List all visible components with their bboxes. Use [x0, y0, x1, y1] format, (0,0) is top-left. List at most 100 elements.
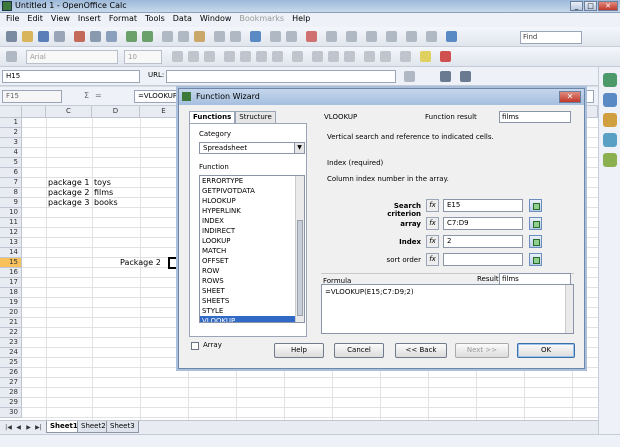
select-all-corner[interactable]	[0, 106, 22, 118]
function-item-sheets[interactable]: SHEETS	[200, 296, 304, 306]
row-header-15[interactable]: 15	[0, 258, 22, 268]
help-button[interactable]: Help	[274, 343, 324, 358]
dialog-close-button[interactable]: ✕	[559, 91, 581, 103]
row-header-20[interactable]: 20	[0, 308, 22, 318]
prev-sheet-icon[interactable]: ◀	[14, 423, 23, 432]
styles-icon[interactable]	[6, 51, 17, 62]
tab-sheet3[interactable]: Sheet3	[106, 421, 139, 433]
sort-ascending-icon[interactable]	[270, 31, 281, 42]
open-folder-icon[interactable]	[22, 31, 33, 42]
percent-icon[interactable]	[328, 51, 339, 62]
row-header-12[interactable]: 12	[0, 228, 22, 238]
index-input[interactable]: 2	[443, 235, 523, 248]
row-header-10[interactable]: 10	[0, 208, 22, 218]
function-item-row[interactable]: ROW	[200, 266, 304, 276]
find-input[interactable]: Find	[520, 31, 582, 44]
fx-icon[interactable]: fx	[426, 217, 439, 230]
fx-icon[interactable]: fx	[426, 253, 439, 266]
search-criterion-input[interactable]: E15	[443, 199, 523, 212]
new-document-icon[interactable]	[6, 31, 17, 42]
sidebar-styles-icon[interactable]	[603, 93, 617, 107]
function-item-rows[interactable]: ROWS	[200, 276, 304, 286]
array-input[interactable]: C7:D9	[443, 217, 523, 230]
cut-icon[interactable]	[162, 31, 173, 42]
cell-c9[interactable]: package 3	[46, 198, 89, 208]
cancel-button[interactable]: Cancel	[334, 343, 384, 358]
function-item-offset[interactable]: OFFSET	[200, 256, 304, 266]
function-item-indirect[interactable]: INDIRECT	[200, 226, 304, 236]
row-header-19[interactable]: 19	[0, 298, 22, 308]
menu-insert[interactable]: Insert	[74, 13, 105, 27]
align-right-icon[interactable]	[256, 51, 267, 62]
column-header-c[interactable]: C	[46, 106, 92, 118]
row-header-22[interactable]: 22	[0, 328, 22, 338]
column-header-d[interactable]: D	[92, 106, 140, 118]
minimize-button[interactable]: _	[570, 1, 583, 11]
outdent-icon[interactable]	[380, 51, 391, 62]
bold-icon[interactable]	[172, 51, 183, 62]
italic-icon[interactable]	[188, 51, 199, 62]
borders-icon[interactable]	[400, 51, 411, 62]
row-header-18[interactable]: 18	[0, 288, 22, 298]
row-header-26[interactable]: 26	[0, 368, 22, 378]
scrollbar-thumb[interactable]	[297, 220, 303, 316]
row-header-6[interactable]: 6	[0, 168, 22, 178]
function-item-vlookup[interactable]: VLOOKUP	[200, 316, 304, 322]
undo-icon[interactable]	[214, 31, 225, 42]
sort-descending-icon[interactable]	[286, 31, 297, 42]
cell-d8[interactable]: films	[92, 188, 113, 198]
menu-edit[interactable]: Edit	[23, 13, 47, 27]
indent-icon[interactable]	[364, 51, 375, 62]
menu-data[interactable]: Data	[169, 13, 196, 27]
sidebar-gallery-icon[interactable]	[603, 113, 617, 127]
menu-view[interactable]: View	[47, 13, 74, 27]
function-item-match[interactable]: MATCH	[200, 246, 304, 256]
formula-scrollbar[interactable]	[565, 285, 573, 333]
edit-file-icon[interactable]	[54, 31, 65, 42]
row-header-3[interactable]: 3	[0, 138, 22, 148]
back-button[interactable]: << Back	[395, 343, 447, 358]
sidebar-properties-icon[interactable]	[603, 73, 617, 87]
search-options-icon[interactable]	[460, 71, 471, 82]
font-name-box[interactable]: Arial	[26, 50, 118, 64]
cell-c7[interactable]: package 1	[46, 178, 89, 188]
row-header-21[interactable]: 21	[0, 318, 22, 328]
shrink-icon[interactable]	[529, 199, 542, 212]
row-header-1[interactable]: 1	[0, 118, 22, 128]
row-header-29[interactable]: 29	[0, 398, 22, 408]
menu-window[interactable]: Window	[196, 13, 236, 27]
find-binoculars-icon[interactable]	[440, 71, 451, 82]
close-button[interactable]: ✕	[598, 1, 618, 11]
row-header-24[interactable]: 24	[0, 348, 22, 358]
underline-icon[interactable]	[204, 51, 215, 62]
array-checkbox[interactable]	[191, 342, 199, 350]
export-pdf-icon[interactable]	[74, 31, 85, 42]
insert-chart-icon[interactable]	[306, 31, 317, 42]
cell-d9[interactable]: books	[92, 198, 118, 208]
function-list-scrollbar[interactable]	[295, 176, 304, 322]
url-input[interactable]	[166, 70, 396, 83]
row-header-4[interactable]: 4	[0, 148, 22, 158]
next-button[interactable]: Next >>	[455, 343, 509, 358]
function-item-hlookup[interactable]: HLOOKUP	[200, 196, 304, 206]
function-item-hyperlink[interactable]: HYPERLINK	[200, 206, 304, 216]
fx-icon[interactable]: fx	[426, 235, 439, 248]
cell-d7[interactable]: toys	[92, 178, 111, 188]
paste-icon[interactable]	[194, 31, 205, 42]
gallery-icon[interactable]	[386, 31, 397, 42]
ok-button[interactable]: OK	[517, 343, 575, 358]
first-sheet-icon[interactable]: |◀	[4, 423, 13, 432]
data-sources-icon[interactable]	[406, 31, 417, 42]
menu-bookmarks[interactable]: Bookmarks	[235, 13, 288, 27]
menu-format[interactable]: Format	[105, 13, 141, 27]
currency-icon[interactable]	[312, 51, 323, 62]
help-icon[interactable]	[446, 31, 457, 42]
navigator-icon[interactable]	[366, 31, 377, 42]
fx-icon[interactable]: fx	[426, 199, 439, 212]
maximize-button[interactable]: □	[584, 1, 597, 11]
cell-c8[interactable]: package 2	[46, 188, 89, 198]
row-header-8[interactable]: 8	[0, 188, 22, 198]
row-header-17[interactable]: 17	[0, 278, 22, 288]
category-select[interactable]: Spreadsheet ▼	[199, 142, 305, 154]
row-header-9[interactable]: 9	[0, 198, 22, 208]
